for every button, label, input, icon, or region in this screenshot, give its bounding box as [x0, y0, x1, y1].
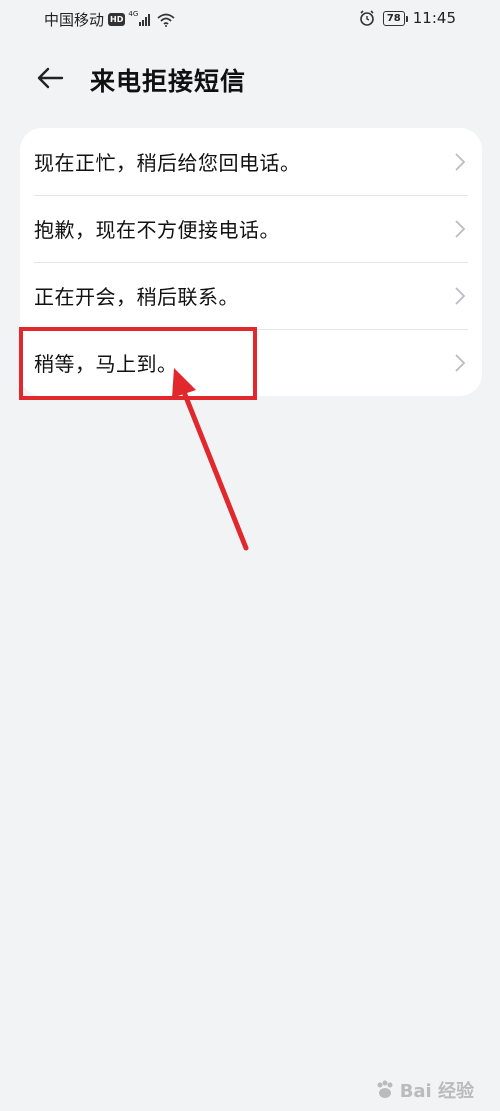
status-bar: 中国移动 HD 4G 78 11:45	[0, 0, 500, 38]
battery-icon: 78	[382, 10, 408, 26]
network-type: 4G	[128, 9, 139, 18]
chevron-right-icon	[455, 287, 466, 305]
hd-badge: HD	[108, 13, 126, 26]
signal-icon	[139, 13, 151, 26]
message-item-3[interactable]: 正在开会，稍后联系。	[20, 262, 482, 329]
app-header: 来电拒接短信	[0, 50, 500, 106]
alarm-icon	[360, 10, 374, 26]
status-right: 78 11:45	[359, 9, 456, 27]
page-title: 来电拒接短信	[90, 67, 247, 96]
chevron-right-icon	[455, 220, 466, 238]
watermark-text: Bai 经验	[399, 1081, 474, 1102]
message-text: 抱歉，现在不方便接电话。	[34, 218, 280, 242]
back-arrow-icon[interactable]	[34, 62, 66, 94]
status-left: 中国移动 HD 4G	[44, 9, 175, 30]
carrier-name: 中国移动	[44, 11, 105, 29]
message-text: 现在正忙，稍后给您回电话。	[34, 151, 301, 175]
chevron-right-icon	[455, 354, 466, 372]
message-text: 正在开会，稍后联系。	[34, 285, 239, 309]
annotation-arrow-icon	[172, 368, 249, 551]
baidu-watermark: Bai 经验	[374, 1077, 474, 1103]
chevron-right-icon	[455, 153, 466, 171]
message-item-1[interactable]: 现在正忙，稍后给您回电话。	[20, 128, 482, 195]
paw-icon	[377, 1080, 393, 1098]
clock: 11:45	[412, 9, 456, 27]
wifi-icon	[157, 13, 175, 27]
message-item-2[interactable]: 抱歉，现在不方便接电话。	[20, 195, 482, 262]
